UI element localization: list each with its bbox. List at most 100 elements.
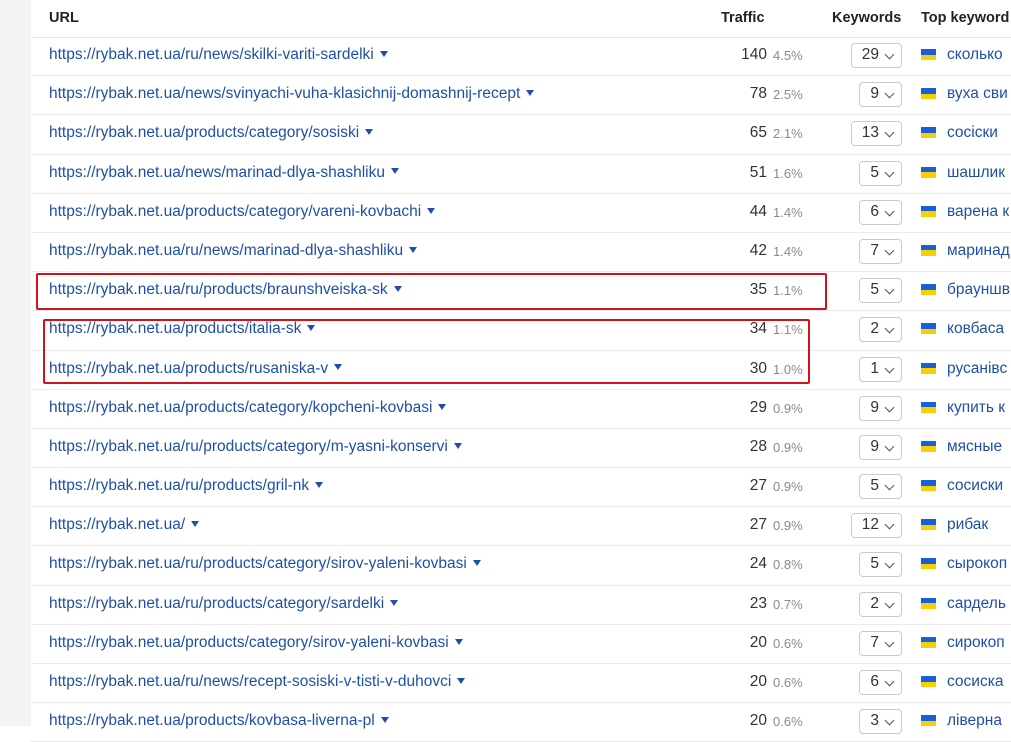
caret-down-icon[interactable] [427,207,436,214]
top-keyword-link[interactable]: сосиска [947,673,1003,691]
url-link[interactable]: https://rybak.net.ua/ru/news/recept-sosi… [49,673,466,691]
url-text[interactable]: https://rybak.net.ua/ru/products/categor… [49,555,467,572]
caret-down-icon[interactable] [307,325,316,332]
top-keyword-link[interactable]: мясные [947,438,1002,456]
top-keyword-link[interactable]: сосіски [947,124,998,142]
url-text[interactable]: https://rybak.net.ua/ru/news/recept-sosi… [49,673,451,690]
keywords-dropdown[interactable]: 1 [859,356,902,382]
ukraine-flag-icon [921,205,936,217]
url-link[interactable]: https://rybak.net.ua/ [49,516,200,534]
caret-down-icon[interactable] [453,442,462,449]
caret-down-icon[interactable] [380,717,389,724]
keywords-dropdown[interactable]: 9 [859,82,902,108]
url-text[interactable]: https://rybak.net.ua/products/rusaniska-… [49,360,328,377]
ukraine-flag-icon [921,519,936,531]
caret-down-icon[interactable] [191,521,200,528]
top-keyword-link[interactable]: варена к [947,203,1009,221]
url-text[interactable]: https://rybak.net.ua/ru/news/skilki-vari… [49,46,374,63]
url-link[interactable]: https://rybak.net.ua/products/category/s… [49,634,463,652]
url-text[interactable]: https://rybak.net.ua/ru/products/gril-nk [49,477,309,494]
url-text[interactable]: https://rybak.net.ua/ [49,516,185,533]
keywords-count: 2 [870,320,879,338]
url-link[interactable]: https://rybak.net.ua/ru/news/marinad-dly… [49,242,418,260]
url-link[interactable]: https://rybak.net.ua/products/rusaniska-… [49,360,343,378]
keywords-dropdown[interactable]: 6 [859,199,902,225]
top-keyword-link[interactable]: сирокоп [947,634,1005,652]
keywords-dropdown[interactable]: 7 [859,238,902,264]
url-text[interactable]: https://rybak.net.ua/products/category/s… [49,634,449,651]
caret-down-icon[interactable] [409,246,418,253]
keywords-dropdown[interactable]: 9 [859,395,902,421]
keywords-dropdown[interactable]: 5 [859,552,902,578]
column-header-top-keyword[interactable]: Top keyword [921,10,1009,26]
keywords-dropdown[interactable]: 5 [859,474,902,500]
caret-down-icon[interactable] [391,168,399,175]
caret-down-icon[interactable] [454,638,463,645]
url-link[interactable]: https://rybak.net.ua/products/italia-sk [49,320,316,338]
traffic-value: 65 [749,124,767,142]
keywords-dropdown[interactable]: 12 [850,513,902,539]
url-link[interactable]: https://rybak.net.ua/ru/products/categor… [49,555,481,573]
column-header-url[interactable]: URL [49,10,79,26]
url-text[interactable]: https://rybak.net.ua/news/marinad-dlya-s… [49,164,385,181]
caret-down-icon[interactable] [365,129,374,136]
url-text[interactable]: https://rybak.net.ua/news/svinyachi-vuha… [49,85,520,102]
url-link[interactable]: https://rybak.net.ua/ru/products/categor… [49,438,462,456]
top-keyword-link[interactable]: маринад [947,242,1010,260]
url-link[interactable]: https://rybak.net.ua/products/kovbasa-li… [49,712,389,730]
column-header-traffic[interactable]: Traffic [721,10,765,26]
keywords-dropdown[interactable]: 5 [859,160,902,186]
url-link[interactable]: https://rybak.net.ua/products/category/s… [49,124,374,142]
url-text[interactable]: https://rybak.net.ua/products/italia-sk [49,320,301,337]
keywords-dropdown[interactable]: 6 [859,670,902,695]
url-link[interactable]: https://rybak.net.ua/products/category/v… [49,203,436,221]
keywords-dropdown[interactable]: 7 [859,630,902,656]
caret-down-icon[interactable] [315,481,324,488]
top-keyword-link[interactable]: купить к [947,399,1005,417]
url-text[interactable]: https://rybak.net.ua/products/kovbasa-li… [49,712,375,729]
column-header-keywords[interactable]: Keywords [832,10,901,26]
traffic-value: 28 [749,437,767,455]
caret-down-icon[interactable] [393,286,402,293]
top-keyword-link[interactable]: рибак [947,516,988,534]
top-keyword-link[interactable]: ковбаса [947,320,1004,338]
keywords-dropdown[interactable]: 9 [859,434,902,460]
top-keyword-link[interactable]: брауншв [947,281,1010,299]
keywords-dropdown[interactable]: 3 [859,709,902,735]
top-keyword-link[interactable]: русанівс [947,360,1007,378]
top-keyword-link[interactable]: вуха сви [947,85,1008,103]
url-text[interactable]: https://rybak.net.ua/ru/news/marinad-dly… [49,242,403,259]
url-link[interactable]: https://rybak.net.ua/ru/products/gril-nk [49,477,324,495]
url-link[interactable]: https://rybak.net.ua/ru/news/skilki-vari… [49,46,388,64]
top-keyword-link[interactable]: шашлик [947,164,1005,182]
keywords-dropdown[interactable]: 2 [859,591,902,617]
caret-down-icon[interactable] [334,364,343,371]
keywords-dropdown[interactable]: 29 [850,43,902,68]
url-text[interactable]: https://rybak.net.ua/ru/products/braunsh… [49,281,388,298]
caret-down-icon[interactable] [438,403,447,410]
top-keyword-link[interactable]: сырокоп [947,555,1007,573]
keywords-dropdown[interactable]: 2 [859,317,902,343]
caret-down-icon[interactable] [526,90,535,97]
caret-down-icon[interactable] [390,599,399,606]
url-link[interactable]: https://rybak.net.ua/ru/products/braunsh… [49,281,402,299]
caret-down-icon[interactable] [379,50,388,57]
top-keyword-link[interactable]: сколько [947,46,1003,64]
keywords-dropdown[interactable]: 5 [859,278,902,304]
top-keyword-link[interactable]: ліверна [947,712,1002,730]
url-link[interactable]: https://rybak.net.ua/ru/products/categor… [49,595,399,613]
url-text[interactable]: https://rybak.net.ua/products/category/v… [49,203,421,220]
url-link[interactable]: https://rybak.net.ua/news/marinad-dlya-s… [49,164,399,182]
keywords-dropdown[interactable]: 13 [850,121,902,147]
caret-down-icon[interactable] [472,560,481,567]
url-link[interactable]: https://rybak.net.ua/news/svinyachi-vuha… [49,85,535,103]
url-link[interactable]: https://rybak.net.ua/products/category/k… [49,399,447,417]
url-text[interactable]: https://rybak.net.ua/products/category/k… [49,399,432,416]
url-text[interactable]: https://rybak.net.ua/products/category/s… [49,124,359,141]
top-keyword-link[interactable]: сосиски [947,477,1003,495]
caret-down-icon[interactable] [457,677,466,684]
url-text[interactable]: https://rybak.net.ua/ru/products/categor… [49,438,448,455]
top-keyword-link[interactable]: сардель [947,595,1006,613]
table-row: https://rybak.net.ua/ru/products/categor… [31,429,1011,469]
url-text[interactable]: https://rybak.net.ua/ru/products/categor… [49,595,384,612]
